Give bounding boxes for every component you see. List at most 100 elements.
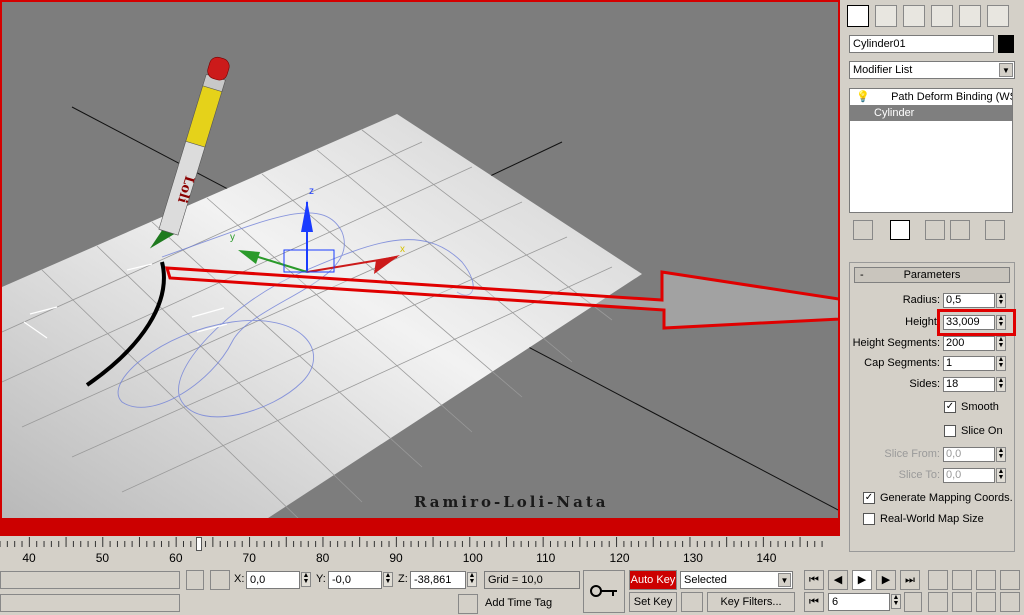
slice-to-input: 0,0 (943, 468, 995, 483)
selection-set-value: Selected (684, 574, 727, 586)
key-mode-icon[interactable]: ⏮ (804, 592, 824, 612)
x-coord-label: X: (234, 573, 245, 585)
previous-frame-icon[interactable]: ◀ (828, 570, 848, 590)
key-filters-button[interactable]: Key Filters... (707, 592, 795, 612)
svg-text:z: z (309, 186, 314, 197)
cap-segments-spinner[interactable]: ▲ ▼ (996, 356, 1006, 371)
lock-selection-icon[interactable] (186, 570, 204, 590)
maxscript-listener[interactable] (0, 594, 180, 612)
rollout-title: Parameters (903, 269, 961, 281)
status-prompt-area (0, 571, 180, 589)
maximize-viewport-icon[interactable] (1000, 592, 1020, 612)
go-to-end-icon[interactable]: ⏭ (900, 570, 920, 590)
display-tab-icon[interactable] (959, 5, 981, 27)
set-key-button[interactable]: Set Key (629, 592, 677, 612)
object-color-swatch[interactable] (998, 35, 1014, 53)
zoom-all-icon[interactable] (952, 570, 972, 590)
pan-hand-icon[interactable] (952, 592, 972, 612)
zoom-extents-icon[interactable] (976, 570, 996, 590)
height-label: Height: (905, 316, 940, 328)
create-tab-icon[interactable] (847, 5, 869, 27)
track-tick-label: 40 (22, 551, 36, 565)
cap-segments-label: Cap Segments: (864, 357, 940, 369)
play-icon[interactable]: ▶ (852, 570, 872, 590)
motion-tab-icon[interactable] (931, 5, 953, 27)
x-coord-spinner[interactable]: ▲ ▼ (301, 572, 311, 587)
stack-item-path-deform[interactable]: 💡 Path Deform Binding (WS (850, 89, 1012, 105)
time-slider-thumb[interactable] (196, 537, 202, 551)
ground-plane (2, 114, 642, 520)
cap-segments-input[interactable]: 1 (943, 356, 995, 371)
slice-on-label: Slice On (961, 425, 1003, 437)
key-tangent-icon[interactable] (681, 592, 703, 612)
x-coord-input[interactable]: 0,0 (246, 571, 300, 589)
y-coord-label: Y: (316, 573, 326, 585)
zoom-extents-all-icon[interactable] (1000, 570, 1020, 590)
light-bulb-icon[interactable]: 💡 (856, 89, 870, 105)
configure-modifier-sets-icon[interactable] (985, 220, 1005, 240)
chevron-down-icon[interactable]: ▼ (999, 63, 1013, 77)
next-frame-icon[interactable]: ▶ (876, 570, 896, 590)
radius-input[interactable]: 0,5 (943, 293, 995, 308)
z-coord-input[interactable]: -38,861 (410, 571, 466, 589)
y-coord-input[interactable]: -0,0 (328, 571, 382, 589)
track-bar[interactable]: 40 50 60 70 80 90 100 110 120 130 140 (0, 537, 840, 565)
sides-input[interactable]: 18 (943, 377, 995, 392)
slice-from-label: Slice From: (884, 448, 940, 460)
grid-size-display: Grid = 10,0 (484, 571, 580, 589)
slice-on-checkbox[interactable] (944, 425, 956, 437)
slice-to-spinner: ▲ ▼ (996, 468, 1006, 483)
modifier-list-dropdown[interactable]: Modifier List ▼ (849, 61, 1015, 79)
parameters-rollout-header[interactable]: - Parameters (854, 267, 1010, 283)
current-frame-input[interactable]: 6 (828, 593, 890, 611)
track-tick-label: 120 (609, 551, 630, 565)
track-tick-label: 100 (462, 551, 483, 565)
object-name-field[interactable]: Cylinder01 (849, 35, 994, 53)
field-of-view-icon[interactable] (928, 592, 948, 612)
hierarchy-tab-icon[interactable] (903, 5, 925, 27)
frame-spinner[interactable]: ▲ ▼ (891, 594, 901, 609)
radius-spinner[interactable]: ▲ ▼ (996, 293, 1006, 308)
scene-render: Loli z y x (2, 56, 838, 520)
add-time-tag-button[interactable]: Add Time Tag (482, 595, 580, 613)
modify-tab-icon[interactable] (875, 5, 897, 27)
pin-stack-icon[interactable] (853, 220, 873, 240)
modifier-stack[interactable]: 💡 Path Deform Binding (WS Cylinder (849, 88, 1013, 213)
real-world-map-label: Real-World Map Size (880, 513, 984, 525)
track-tick-label: 140 (756, 551, 777, 565)
make-unique-icon[interactable] (925, 220, 945, 240)
go-to-start-icon[interactable]: ⏮ (804, 570, 824, 590)
utilities-tab-icon[interactable] (987, 5, 1009, 27)
slice-to-label: Slice To: (898, 469, 940, 481)
z-coord-spinner[interactable]: ▲ ▼ (467, 572, 477, 587)
auto-key-button[interactable]: Auto Key (629, 570, 677, 590)
smooth-checkbox[interactable]: ✓ (944, 401, 956, 413)
generate-mapping-checkbox[interactable]: ✓ (863, 492, 875, 504)
show-end-result-icon[interactable] (890, 220, 910, 240)
track-tick-label: 60 (169, 551, 183, 565)
perspective-viewport[interactable]: Loli z y x Ramiro-Loli-Nata (0, 0, 840, 520)
track-ticks (0, 537, 823, 547)
sides-spinner[interactable]: ▲ ▼ (996, 377, 1006, 392)
y-coord-spinner[interactable]: ▲ ▼ (383, 572, 393, 587)
modifier-list-label: Modifier List (853, 64, 913, 76)
height-segments-spinner[interactable]: ▲ ▼ (996, 336, 1006, 351)
height-segments-input[interactable]: 200 (943, 336, 995, 351)
svg-text:x: x (400, 244, 405, 255)
track-tick-label: 90 (389, 551, 403, 565)
real-world-map-checkbox[interactable] (863, 513, 875, 525)
chevron-down-icon[interactable]: ▼ (778, 573, 791, 587)
zoom-icon[interactable] (928, 570, 948, 590)
smooth-label: Smooth (961, 401, 999, 413)
time-tag-icon[interactable] (458, 594, 478, 614)
arc-rotate-icon[interactable] (976, 592, 996, 612)
height-highlight-box (937, 309, 1016, 336)
viewport-bottom-bar (0, 518, 840, 536)
absolute-mode-icon[interactable] (210, 570, 230, 590)
selection-set-dropdown[interactable]: Selected ▼ (680, 571, 793, 589)
remove-modifier-icon[interactable] (950, 220, 970, 240)
stack-item-cylinder[interactable]: Cylinder (850, 105, 1012, 121)
time-configuration-icon[interactable] (904, 592, 922, 612)
track-tick-label: 50 (95, 551, 110, 565)
key-icon[interactable] (583, 570, 625, 613)
